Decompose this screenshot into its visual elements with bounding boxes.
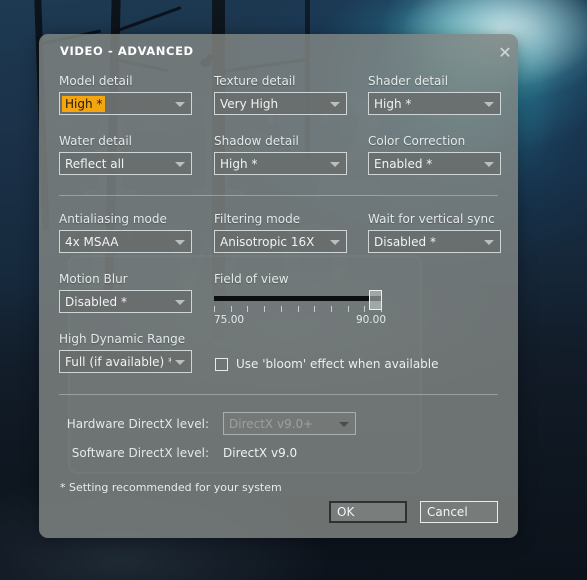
field-vsync: Wait for vertical sync Disabled * xyxy=(368,212,501,253)
row-hardware-directx: Hardware DirectX level: DirectX v9.0+ xyxy=(59,412,356,435)
checkbox-bloom[interactable]: Use 'bloom' effect when available xyxy=(215,357,439,371)
dropdown-value-texture-detail: Very High xyxy=(220,97,279,111)
slider-ticks xyxy=(214,306,382,313)
dropdown-value-hardware-directx: DirectX v9.0+ xyxy=(229,417,314,431)
dropdown-vsync[interactable]: Disabled * xyxy=(368,230,501,253)
field-water-detail: Water detail Reflect all xyxy=(59,134,192,175)
label-software-directx: Software DirectX level: xyxy=(71,446,209,460)
chevron-down-icon xyxy=(330,102,340,107)
dropdown-value-water-detail: Reflect all xyxy=(65,157,125,171)
branch xyxy=(114,6,182,33)
field-color-correction: Color Correction Enabled * xyxy=(368,134,501,175)
chevron-down-icon xyxy=(484,102,494,107)
field-texture-detail: Texture detail Very High xyxy=(214,74,347,115)
slider-track[interactable] xyxy=(214,296,382,301)
field-filtering: Filtering mode Anisotropic 16X xyxy=(214,212,347,253)
slider-min-label: 75.00 xyxy=(214,314,245,326)
checkbox-bloom-label: Use 'bloom' effect when available xyxy=(236,357,439,371)
row-software-directx: Software DirectX level: DirectX v9.0 xyxy=(59,446,297,460)
chevron-down-icon xyxy=(339,422,349,427)
dropdown-color-correction[interactable]: Enabled * xyxy=(368,152,501,175)
dropdown-value-shader-detail: High * xyxy=(374,97,412,111)
dropdown-value-shadow-detail: High * xyxy=(220,157,258,171)
slider-tick xyxy=(331,306,332,312)
chevron-down-icon xyxy=(175,360,185,365)
chevron-down-icon xyxy=(175,162,185,167)
label-field-of-view: Field of view xyxy=(214,272,289,286)
dropdown-motion-blur[interactable]: Disabled * xyxy=(59,290,192,313)
chevron-down-icon xyxy=(330,162,340,167)
slider-tick xyxy=(214,306,215,312)
chevron-down-icon xyxy=(175,102,185,107)
label-antialiasing: Antialiasing mode xyxy=(59,212,167,226)
label-texture-detail: Texture detail xyxy=(214,74,296,88)
chevron-down-icon xyxy=(330,240,340,245)
dropdown-antialiasing[interactable]: 4x MSAA xyxy=(59,230,192,253)
dropdown-filtering[interactable]: Anisotropic 16X xyxy=(214,230,347,253)
dropdown-value-color-correction: Enabled * xyxy=(374,157,433,171)
dropdown-hdr[interactable]: Full (if available) * xyxy=(59,350,192,373)
dropdown-model-detail[interactable]: High * xyxy=(59,92,192,115)
slider-tick xyxy=(314,306,315,312)
dropdown-shadow-detail[interactable]: High * xyxy=(214,152,347,175)
dropdown-texture-detail[interactable]: Very High xyxy=(214,92,347,115)
field-field-of-view: Field of view 75.00 90.00 xyxy=(214,272,386,326)
label-hardware-directx: Hardware DirectX level: xyxy=(66,416,209,431)
field-shader-detail: Shader detail High * xyxy=(368,74,501,115)
chevron-down-icon xyxy=(175,300,185,305)
slider-field-of-view[interactable]: 75.00 90.00 xyxy=(214,290,386,332)
dropdown-value-antialiasing: 4x MSAA xyxy=(65,235,119,249)
value-software-directx: DirectX v9.0 xyxy=(223,446,298,460)
footnote-recommended: * Setting recommended for your system xyxy=(60,481,282,494)
dropdown-value-model-detail: High * xyxy=(62,96,106,112)
dropdown-shader-detail[interactable]: High * xyxy=(368,92,501,115)
field-shadow-detail: Shadow detail High * xyxy=(214,134,347,175)
label-water-detail: Water detail xyxy=(59,134,133,148)
dropdown-water-detail[interactable]: Reflect all xyxy=(59,152,192,175)
dropdown-value-motion-blur: Disabled * xyxy=(65,295,127,309)
chevron-down-icon xyxy=(175,240,185,245)
screen: TF2 TWO ✕ VIDEO - ADVANCED Model detail … xyxy=(0,0,587,580)
ok-button[interactable]: OK xyxy=(329,501,407,523)
dropdown-value-hdr: Full (if available) * xyxy=(65,355,171,369)
label-color-correction: Color Correction xyxy=(368,134,466,148)
label-filtering: Filtering mode xyxy=(214,212,301,226)
slider-tick xyxy=(231,306,232,312)
label-shader-detail: Shader detail xyxy=(368,74,449,88)
slider-tick xyxy=(364,306,365,312)
label-vsync: Wait for vertical sync xyxy=(368,212,495,226)
field-model-detail: Model detail High * xyxy=(59,74,192,115)
label-model-detail: Model detail xyxy=(59,74,133,88)
video-advanced-dialog: VIDEO - ADVANCED Model detail High * Tex… xyxy=(39,34,518,538)
close-icon[interactable]: ✕ xyxy=(494,42,516,64)
slider-tick xyxy=(348,306,349,312)
page-title: VIDEO - ADVANCED xyxy=(60,44,194,58)
dropdown-hardware-directx[interactable]: DirectX v9.0+ xyxy=(223,412,356,435)
field-motion-blur: Motion Blur Disabled * xyxy=(59,272,192,313)
label-motion-blur: Motion Blur xyxy=(59,272,128,286)
field-hdr: High Dynamic Range Full (if available) * xyxy=(59,332,192,373)
slider-tick xyxy=(264,306,265,312)
divider xyxy=(59,394,498,395)
slider-max-label: 90.00 xyxy=(355,314,386,326)
slider-tick xyxy=(281,306,282,312)
checkbox-box-icon[interactable] xyxy=(215,357,228,371)
slider-tick xyxy=(298,306,299,312)
label-hdr: High Dynamic Range xyxy=(59,332,186,346)
divider xyxy=(59,195,498,196)
chevron-down-icon xyxy=(484,240,494,245)
dropdown-value-vsync: Disabled * xyxy=(374,235,436,249)
field-antialiasing: Antialiasing mode 4x MSAA xyxy=(59,212,192,253)
dropdown-value-filtering: Anisotropic 16X xyxy=(220,235,315,249)
slider-tick xyxy=(381,306,382,312)
slider-tick xyxy=(247,306,248,312)
cancel-button[interactable]: Cancel xyxy=(420,501,498,523)
chevron-down-icon xyxy=(484,162,494,167)
label-shadow-detail: Shadow detail xyxy=(214,134,299,148)
